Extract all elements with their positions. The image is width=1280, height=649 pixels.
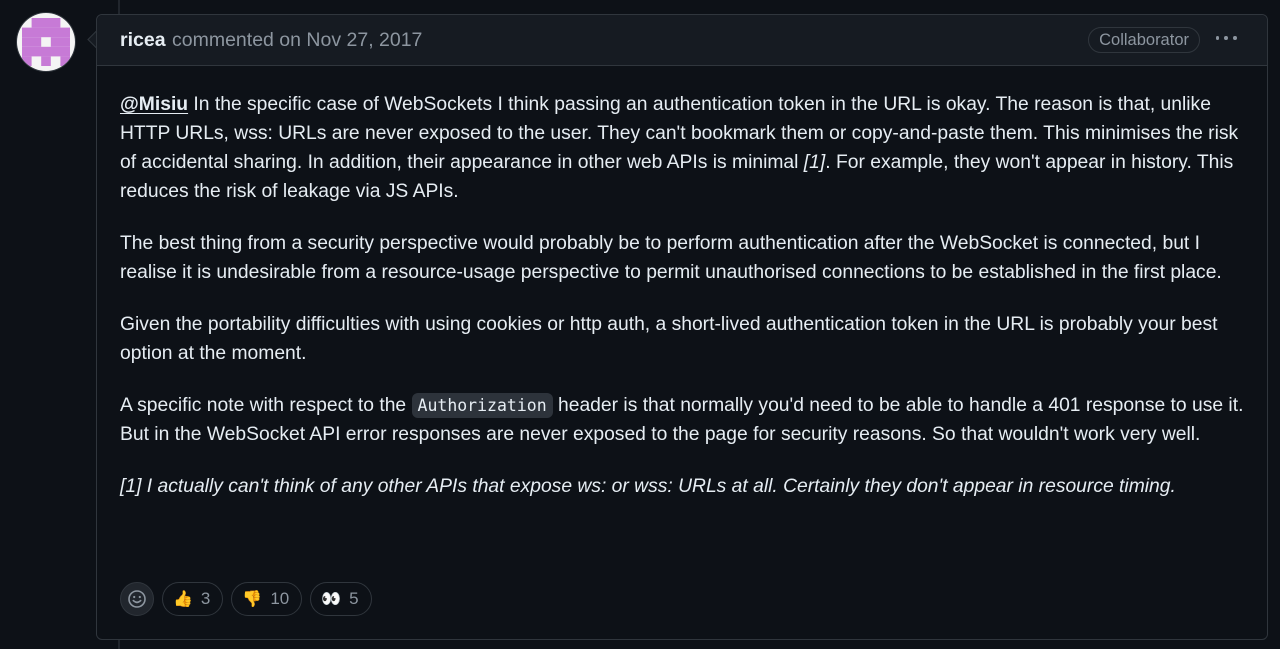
paragraph-3: Given the portability difficulties with …	[120, 314, 1218, 364]
reaction-count: 10	[270, 589, 290, 608]
more-options-icon[interactable]	[1213, 25, 1239, 51]
inline-code: Authorization	[411, 393, 553, 418]
reaction-eyes-button[interactable]: 👀 5	[310, 582, 372, 616]
comment-body: @Misiu In the specific case of WebSocket…	[120, 90, 1245, 524]
footnote-ref: [1]	[803, 152, 826, 173]
reaction-count: 5	[349, 589, 359, 608]
collaborator-badge: Collaborator	[1088, 27, 1200, 53]
avatar[interactable]	[17, 13, 75, 71]
comment-timestamp[interactable]: commented on Nov 27, 2017	[172, 29, 422, 52]
author-link[interactable]: ricea	[120, 29, 166, 52]
paragraph-1: @Misiu In the specific case of WebSocket…	[120, 90, 1245, 206]
thumbs-up-icon: 👍	[173, 591, 193, 608]
reaction-count: 3	[200, 589, 211, 608]
comment-box: ricea commented on Nov 27, 2017 Collabor…	[96, 14, 1268, 640]
reactions-bar: 👍 3 👎 10 👀 5	[120, 582, 372, 616]
identicon-icon	[22, 18, 70, 66]
footnote-paragraph: [1] I actually can't think of any other …	[120, 472, 1245, 501]
reaction-thumbs-up-button[interactable]: 👍 3	[162, 582, 224, 616]
comment-header: ricea commented on Nov 27, 2017 Collabor…	[97, 15, 1267, 66]
paragraph-2: The best thing from a security perspecti…	[120, 233, 1222, 283]
reaction-thumbs-down-button[interactable]: 👎 10	[231, 582, 303, 616]
thumbs-down-icon: 👎	[242, 591, 263, 608]
paragraph-4: A specific note with respect to the Auth…	[120, 391, 1245, 449]
eyes-icon: 👀	[321, 591, 342, 608]
footnote-text: [1] I actually can't think of any other …	[120, 476, 1176, 497]
add-reaction-button[interactable]	[120, 582, 154, 616]
paragraph-4-text-a: A specific note with respect to the	[120, 395, 412, 416]
smiley-icon	[128, 590, 146, 608]
user-mention-link[interactable]: @Misiu	[120, 94, 188, 115]
